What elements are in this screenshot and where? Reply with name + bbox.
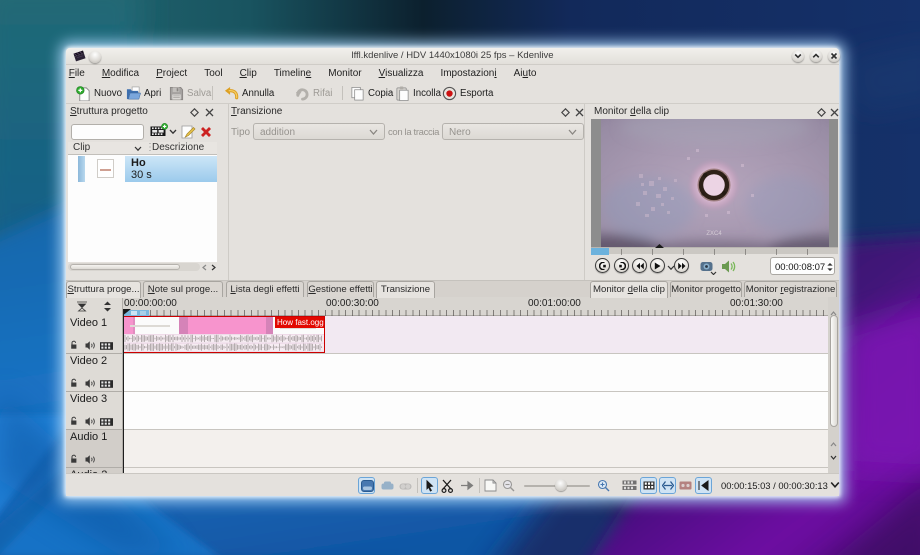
svg-text:ZXC4: ZXC4 (706, 231, 722, 237)
